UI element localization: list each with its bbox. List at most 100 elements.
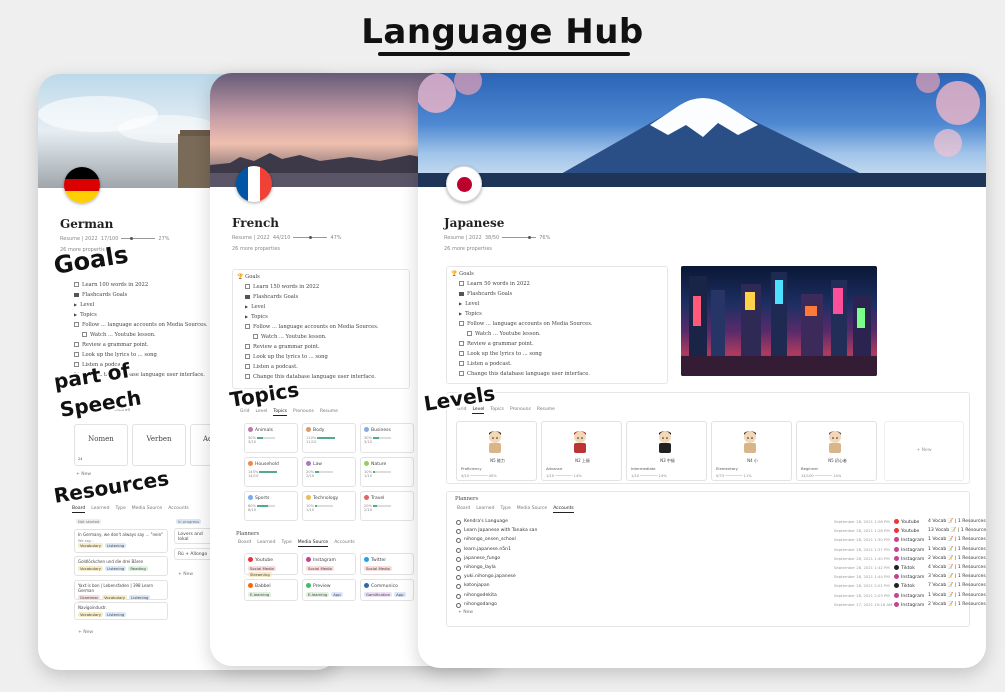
topic-card[interactable]: Law 20% 2/10 [302, 457, 356, 487]
german-goal-item[interactable]: Flashcards Goals [74, 290, 208, 300]
japanese-more-properties[interactable]: 26 more properties [444, 246, 492, 252]
pos-card-nomen[interactable]: Nomen 24 [74, 424, 128, 466]
media-source-card[interactable]: Preview E-learning App [302, 579, 356, 601]
tab-topics[interactable]: Topics [490, 407, 504, 412]
checkbox[interactable] [74, 342, 79, 347]
tab-learned[interactable]: Learned [91, 506, 109, 511]
french-goal-item[interactable]: ▶ Level [245, 302, 379, 312]
level-card[interactable]: N3 中級 Intermediate 1/10 ──────── 14% [626, 421, 707, 481]
checkbox[interactable] [467, 331, 472, 336]
french-goal-item[interactable]: Review a grammar point. [245, 342, 379, 352]
french-goal-item[interactable]: Listen a podcast. [245, 362, 379, 372]
media-source-card[interactable]: Babbel E-learning [244, 579, 298, 601]
french-goal-item[interactable]: Look up the lyrics to ... song [245, 352, 379, 362]
topic-card[interactable]: Sports 60% 6/10 [244, 491, 298, 521]
tab-board[interactable]: Board [72, 506, 86, 513]
media-source-card[interactable]: Instagram Social Media [302, 553, 356, 575]
checkbox[interactable] [245, 284, 250, 289]
tab-pronouns[interactable]: Pronouns [293, 409, 314, 414]
tab-accounts[interactable]: Accounts [334, 540, 355, 545]
toggle-icon[interactable]: ▶ [74, 300, 77, 310]
french-goal-item[interactable]: Change this database language user inter… [245, 372, 379, 382]
pos-card-verben[interactable]: Verben [132, 424, 186, 466]
account-row[interactable]: Kendra's Language September 28, 2021 1:08… [456, 519, 986, 528]
toggle-icon[interactable]: ▶ [74, 310, 77, 320]
german-res-new[interactable]: + New [78, 630, 93, 635]
account-row[interactable]: nihongodekita September 28, 2021 2:03 PM I… [456, 592, 986, 602]
french-goal-item[interactable]: Flashcards Goals [245, 292, 379, 302]
tab-media-source[interactable]: Media Source [297, 540, 329, 547]
german-pos-new[interactable]: + New [76, 472, 91, 477]
media-source-card[interactable]: Communico Gamification App [360, 579, 414, 601]
media-source-card[interactable]: Youtube Social MediaStreaming [244, 553, 298, 577]
japanese-goal-item[interactable]: Review a grammar point. [459, 339, 593, 349]
japanese-accounts-new[interactable]: + New [458, 610, 473, 615]
checkbox[interactable] [74, 322, 79, 327]
tab-level[interactable]: Level [255, 409, 267, 414]
japanese-goal-item[interactable]: ▶ Topics [459, 309, 593, 319]
checkbox[interactable] [82, 332, 87, 337]
checkbox[interactable] [459, 361, 464, 366]
account-row[interactable]: nihongo_layla September 28, 2021 1:42 PM T… [456, 565, 986, 574]
tab-board[interactable]: Board [238, 540, 251, 545]
tab-resume[interactable]: Resume [320, 409, 338, 414]
topic-card[interactable]: Nature 10% 1/10 [360, 457, 414, 487]
checkbox[interactable] [245, 364, 250, 369]
tab-learned[interactable]: Learned [257, 540, 275, 545]
german-goal-item[interactable]: Review a grammar point. [74, 340, 208, 350]
french-more-properties[interactable]: 26 more properties [232, 246, 280, 252]
german-resource-card[interactable]: Yaxt is bon | Lebensfaden | 398 Learn Ge… [74, 580, 168, 606]
checkbox[interactable] [245, 354, 250, 359]
checkbox[interactable] [253, 334, 258, 339]
german-goal-item[interactable]: Watch ... Youtube lesson. [74, 330, 208, 340]
german-resource-card[interactable]: Goldlöckchen und die drei Bären Vocabular… [74, 556, 168, 576]
japanese-goal-item[interactable]: Follow ... language accounts on Media So… [459, 319, 593, 329]
japanese-goal-item[interactable]: Change this database language user inter… [459, 369, 593, 379]
checkbox[interactable] [459, 341, 464, 346]
toggle-icon[interactable]: ▶ [459, 299, 462, 309]
german-resource-right-2[interactable]: Rú + Allongo [174, 548, 214, 560]
account-row[interactable]: Learn Japanese with Tanaka san September … [456, 528, 986, 537]
tab-type[interactable]: Type [500, 506, 510, 511]
tab-accounts[interactable]: Accounts [553, 506, 574, 513]
french-goal-item[interactable]: Follow ... language accounts on Media So… [245, 322, 379, 332]
toggle-icon[interactable]: ▶ [459, 309, 462, 319]
tab-type[interactable]: Type [115, 506, 125, 511]
checkbox[interactable] [74, 352, 79, 357]
german-goal-item[interactable]: ▶ Topics [74, 310, 208, 320]
tab-pronouns[interactable]: Pronouns [510, 407, 531, 412]
topic-card[interactable]: Business 30% 3/10 [360, 423, 414, 453]
tab-media-source[interactable]: Media Source [132, 506, 162, 511]
french-goal-item[interactable]: Learn 150 words in 2022 [245, 282, 379, 292]
topic-card[interactable]: Travel 20% 2/10 [360, 491, 414, 521]
german-goal-item[interactable]: Learn 100 words in 2022 [74, 280, 208, 290]
account-row[interactable]: nihongo_onsen_school September 28, 2021 1… [456, 537, 986, 546]
tab-type[interactable]: Type [281, 540, 291, 545]
account-row[interactable]: nihongodango September 17, 2021 10:16 AM I… [456, 601, 986, 611]
checkbox[interactable] [245, 324, 250, 329]
french-goal-item[interactable]: Watch ... Youtube lesson. [245, 332, 379, 342]
french-goal-item[interactable]: ▶ Topics [245, 312, 379, 322]
tab-board[interactable]: Board [457, 506, 470, 511]
checkbox[interactable] [459, 351, 464, 356]
japanese-goal-item[interactable]: Look up the lyrics to ... song [459, 349, 593, 359]
topic-card[interactable]: Animals 30% 3/10 [244, 423, 298, 453]
checkbox[interactable] [245, 344, 250, 349]
topic-card[interactable]: Household 145% 14/10 [244, 457, 298, 487]
german-resource-card[interactable]: Navigoindustr. Vocabulary Listening [74, 602, 168, 620]
german-goal-item[interactable]: Look up the lyrics to ... song [74, 350, 208, 360]
tab-accounts[interactable]: Accounts [168, 506, 189, 511]
german-res-new-right[interactable]: + New [178, 572, 193, 577]
german-goal-item[interactable]: Follow ... language accounts on Media So… [74, 320, 208, 330]
level-card-new[interactable]: + New [884, 421, 964, 481]
account-row[interactable]: japanese_fungo September 28, 2021 1:40 PM… [456, 555, 986, 565]
japanese-goal-item[interactable]: Watch ... Youtube lesson. [459, 329, 593, 339]
toggle-icon[interactable]: ▶ [245, 312, 248, 322]
checkbox[interactable] [459, 321, 464, 326]
account-row[interactable]: kotonjapan September 28, 2021 2:01 PM Tikt… [456, 583, 986, 592]
tab-resume[interactable]: Resume [537, 407, 555, 412]
german-resource-right-1[interactable]: Lovers and lokal [174, 528, 214, 544]
topic-card[interactable]: Body 110% 11/10 [302, 423, 356, 453]
japanese-goal-item[interactable]: Listen a podcast. [459, 359, 593, 369]
topic-card[interactable]: Technology 10% 1/10 [302, 491, 356, 521]
